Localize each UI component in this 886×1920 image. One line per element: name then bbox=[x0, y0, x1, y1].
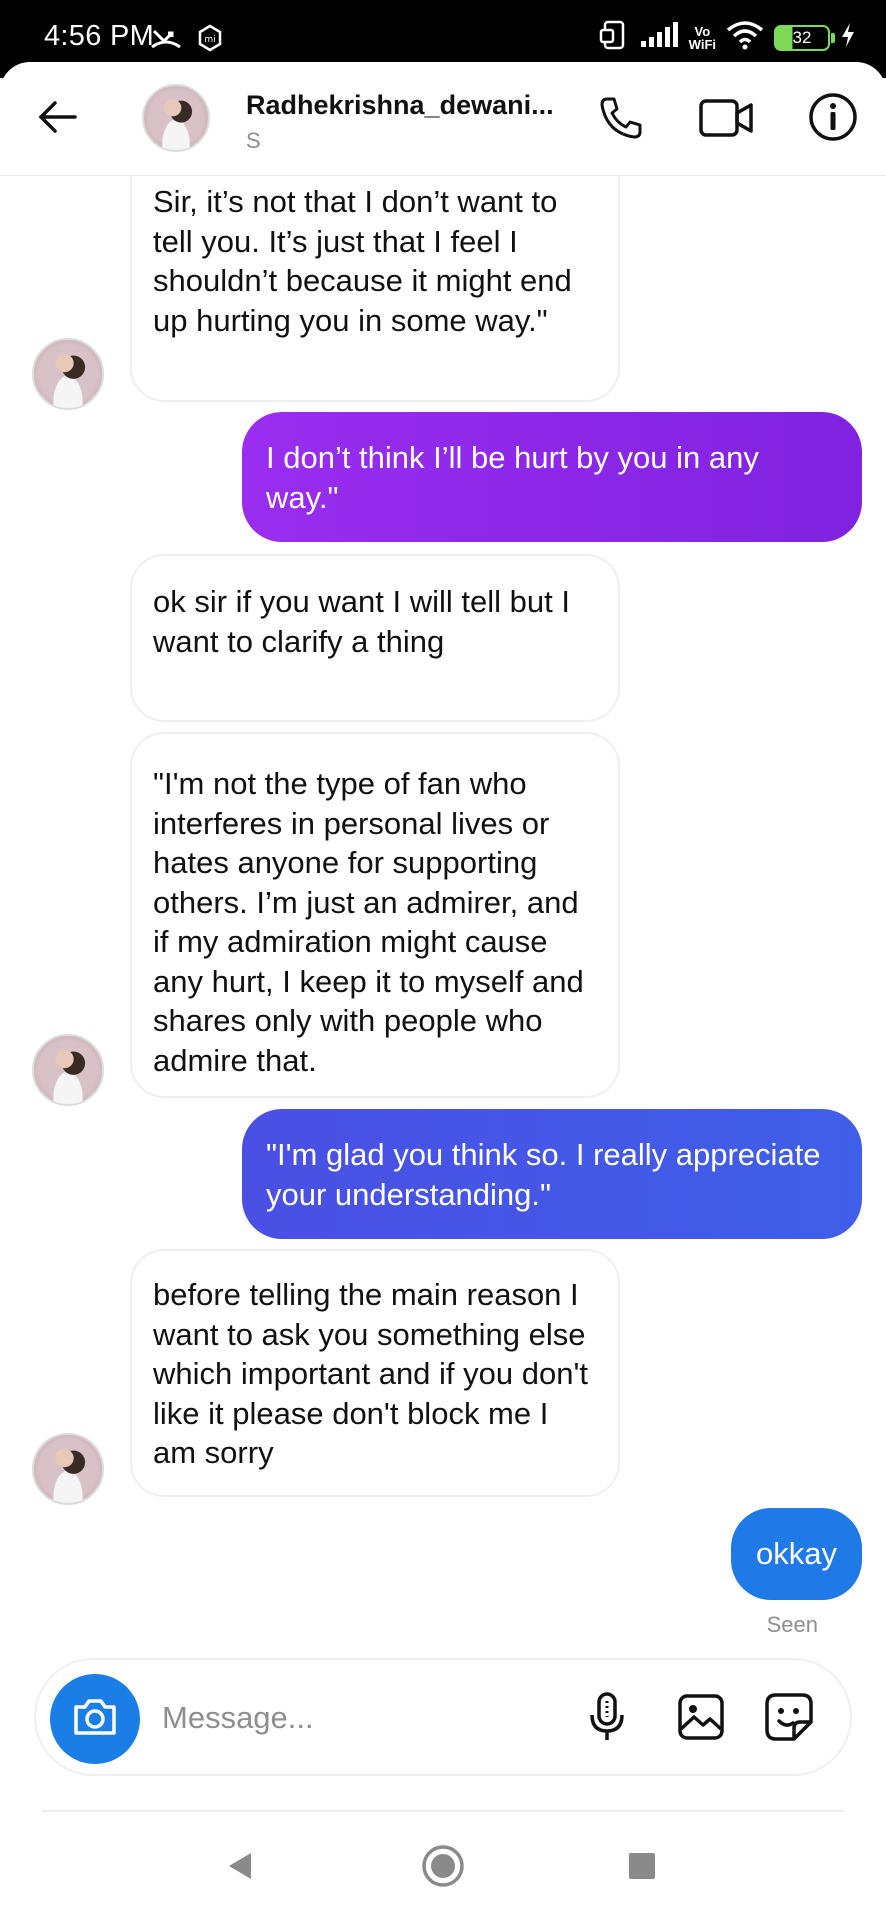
incoming-message[interactable]: "I'm not the type of fan who interferes … bbox=[130, 732, 620, 1098]
chat-header: Radhekrishna_dewani... S bbox=[0, 62, 886, 176]
outgoing-message[interactable]: okkay bbox=[731, 1508, 862, 1600]
circle-home-icon bbox=[420, 1843, 466, 1894]
camera-icon bbox=[72, 1697, 118, 1742]
nav-divider bbox=[42, 1810, 844, 1812]
square-recents-icon bbox=[627, 1851, 657, 1886]
system-recents-button[interactable] bbox=[612, 1838, 672, 1898]
svg-text:mi: mi bbox=[204, 35, 215, 45]
charging-icon bbox=[840, 22, 856, 53]
chat-screen: 4:56 PM mi Vo WiFi 32 Radhekrishna_dewan… bbox=[0, 0, 886, 1920]
back-button[interactable] bbox=[30, 92, 84, 146]
sender-avatar[interactable] bbox=[32, 338, 104, 410]
sticker-button[interactable] bbox=[760, 1690, 818, 1748]
message-composer bbox=[34, 1658, 852, 1776]
back-arrow-icon bbox=[37, 99, 77, 140]
contact-name[interactable]: Radhekrishna_dewani... bbox=[246, 90, 556, 121]
system-back-button[interactable] bbox=[210, 1838, 270, 1898]
system-home-button[interactable] bbox=[413, 1838, 473, 1898]
vowifi-indicator: Vo WiFi bbox=[688, 23, 716, 52]
info-icon bbox=[808, 92, 858, 147]
sender-avatar[interactable] bbox=[32, 1034, 104, 1106]
incoming-message[interactable]: Sir, it’s not that I don’t want to tell … bbox=[130, 176, 620, 402]
camera-button[interactable] bbox=[50, 1674, 140, 1764]
phone-icon bbox=[597, 95, 643, 146]
contact-avatar[interactable] bbox=[142, 84, 210, 152]
outgoing-message[interactable]: "I'm glad you think so. I really appreci… bbox=[242, 1109, 862, 1239]
gallery-button[interactable] bbox=[672, 1690, 730, 1748]
screen-rotate-icon bbox=[599, 18, 629, 57]
sticker-icon bbox=[764, 1692, 814, 1747]
incoming-message[interactable]: before telling the main reason I want to… bbox=[130, 1249, 620, 1497]
voice-message-button[interactable] bbox=[578, 1690, 636, 1748]
microphone-icon bbox=[587, 1691, 627, 1748]
video-call-button[interactable] bbox=[694, 90, 758, 150]
voice-call-button[interactable] bbox=[590, 90, 650, 150]
incoming-message[interactable]: ok sir if you want I will tell but I wan… bbox=[130, 554, 620, 722]
status-time: 4:56 PM bbox=[44, 20, 155, 52]
seen-status: Seen bbox=[766, 1612, 818, 1637]
message-input[interactable] bbox=[162, 1690, 462, 1746]
signal-icon bbox=[639, 21, 679, 54]
wifi-icon bbox=[726, 20, 764, 55]
video-camera-icon bbox=[698, 96, 754, 145]
sender-avatar[interactable] bbox=[32, 1433, 104, 1505]
mi-icon: mi bbox=[196, 24, 224, 57]
contact-subtitle: S bbox=[246, 128, 261, 153]
missed-call-icon bbox=[150, 25, 182, 56]
gallery-icon bbox=[677, 1693, 725, 1746]
outgoing-message[interactable]: I don’t think I’ll be hurt by you in any… bbox=[242, 412, 862, 542]
battery-indicator: 32 bbox=[774, 24, 835, 51]
conversation-info-button[interactable] bbox=[804, 90, 862, 148]
triangle-back-icon bbox=[223, 1849, 257, 1888]
